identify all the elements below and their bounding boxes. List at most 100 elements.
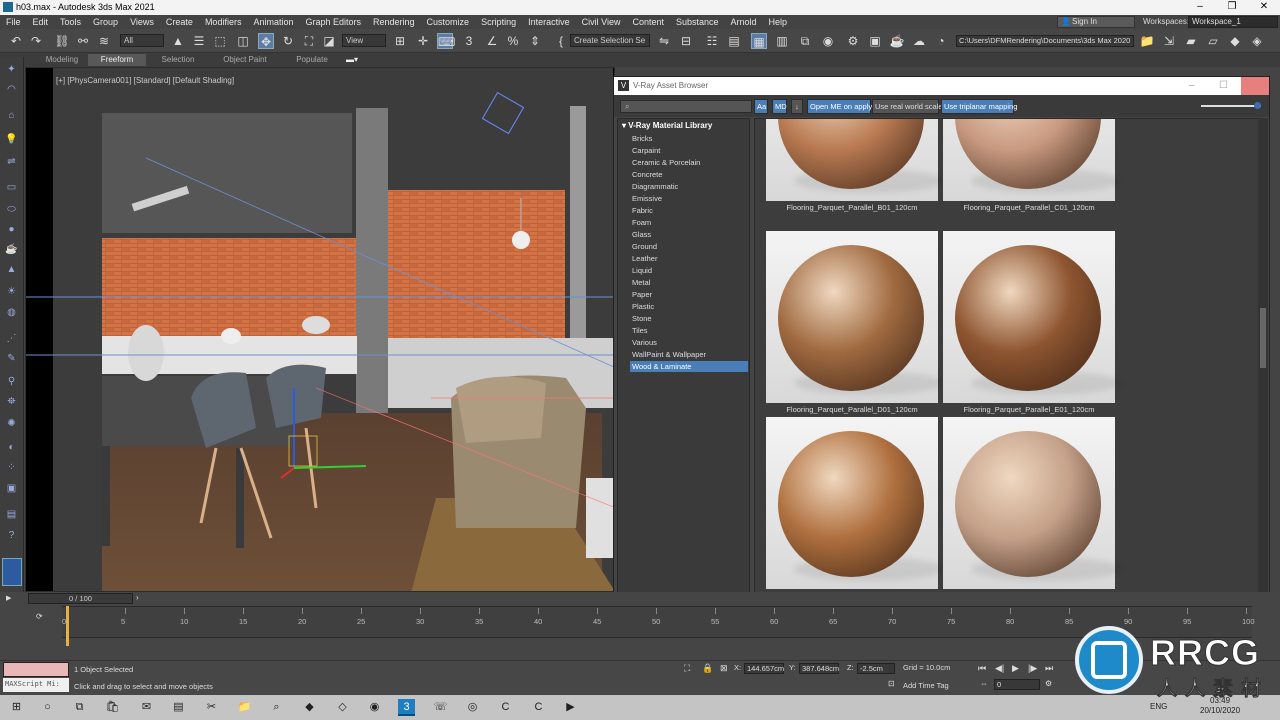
current-frame-field[interactable]: 0 (994, 679, 1040, 690)
sun-icon[interactable]: ☀ (4, 285, 19, 298)
viewport-layout-icon[interactable]: ▣ (4, 482, 19, 495)
link-icon[interactable]: ⛓ (54, 33, 70, 49)
render-setup-icon[interactable]: ⚙ (845, 33, 861, 49)
menu-views[interactable]: Views (124, 17, 160, 27)
time-tag-icon[interactable]: ⊡ (888, 679, 895, 688)
category-item[interactable]: Foam (632, 217, 750, 228)
angle-snap-icon[interactable]: ∠ (484, 33, 500, 49)
3dsmax-taskbar-icon[interactable]: 3 (398, 699, 415, 716)
photos-icon[interactable]: ▤ (170, 699, 187, 716)
category-item[interactable]: Fabric (632, 205, 750, 216)
vray-icon-3[interactable]: ◆ (1227, 33, 1243, 49)
modify-panel-icon[interactable]: ◠ (4, 83, 19, 96)
menu-rendering[interactable]: Rendering (367, 17, 421, 27)
select-and-scale-icon[interactable]: ⛶ (301, 33, 317, 49)
mirror-icon[interactable]: ⇋ (656, 33, 672, 49)
hierarchy-panel-icon[interactable]: ⌂ (4, 109, 19, 122)
open-me-on-apply-toggle[interactable]: Open ME on apply (807, 99, 872, 114)
snaps-toggle-icon[interactable]: 3 (461, 33, 477, 49)
curve-editor-icon[interactable]: ▥ (774, 33, 790, 49)
absolute-transform-icon[interactable]: ⊠ (720, 663, 728, 674)
viewport-layout-thumbnail[interactable] (2, 558, 22, 586)
category-item[interactable]: Stone (632, 313, 750, 324)
mail-icon[interactable]: ✉ (138, 699, 155, 716)
colors-icon[interactable]: ⁘ (4, 461, 19, 474)
category-item[interactable]: Bricks (632, 133, 750, 144)
selection-filter-select[interactable]: All (120, 34, 164, 47)
maxscript-mini-listener[interactable]: MAXScript Mi: (3, 678, 69, 692)
menu-substance[interactable]: Substance (670, 17, 725, 27)
app-icon-1[interactable]: ◆ (301, 699, 318, 716)
ribbon-toggle-icon[interactable]: ▦ (751, 33, 767, 49)
search-app-icon[interactable]: ⌕ (268, 699, 285, 716)
menu-scripting[interactable]: Scripting (475, 17, 522, 27)
category-item[interactable]: Ground (632, 241, 750, 252)
timeline-expand-icon[interactable]: ▶ (6, 594, 11, 602)
helpers-icon[interactable]: ⇌ (4, 155, 19, 168)
minimize-button[interactable]: – (1184, 0, 1216, 15)
chrome-icon[interactable]: ◎ (464, 699, 481, 716)
viewport-label[interactable]: [+] [PhysCamera001] [Standard] [Default … (56, 76, 234, 85)
place-icon[interactable]: ◪ (321, 33, 337, 49)
start-icon[interactable]: ⊞ (8, 699, 25, 716)
a360-gallery-icon[interactable]: ◔ (933, 33, 949, 49)
category-item[interactable]: Ceramic & Porcelain (632, 157, 750, 168)
material-thumbnail[interactable] (766, 231, 944, 403)
go-to-end-icon[interactable]: ⏭ (1045, 663, 1053, 674)
category-item[interactable]: Various (632, 337, 750, 348)
category-item[interactable]: Emissive (632, 193, 750, 204)
store-icon[interactable]: 🛍 (104, 699, 121, 716)
whatsapp-icon[interactable]: ☏ (432, 699, 449, 716)
spinner-snap-icon[interactable]: ⇕ (527, 33, 543, 49)
named-selection-select[interactable]: Create Selection Se (570, 34, 650, 47)
use-real-world-scale-toggle[interactable]: Use real world scale (872, 99, 943, 114)
category-item[interactable]: Metal (632, 277, 750, 288)
z-coordinate-field[interactable]: -2.5cm (857, 663, 895, 674)
clock-date[interactable]: 20/10/2020 (1200, 706, 1240, 715)
render-in-cloud-icon[interactable]: ☁ (911, 33, 927, 49)
menu-help[interactable]: Help (763, 17, 794, 27)
menu-edit[interactable]: Edit (27, 17, 55, 27)
menu-tools[interactable]: Tools (54, 17, 87, 27)
menu-arnold[interactable]: Arnold (725, 17, 763, 27)
dropper-icon[interactable]: ✎ (4, 352, 19, 365)
rendered-frame-window-icon[interactable]: ▣ (867, 33, 883, 49)
vray-icon-1[interactable]: ▰ (1183, 33, 1199, 49)
tab-modeling[interactable]: Modeling (36, 54, 88, 66)
dome-icon[interactable]: ◍ (4, 306, 19, 319)
plane-icon[interactable]: ⬭ (4, 203, 19, 216)
render-production-icon[interactable]: ☕ (889, 33, 905, 49)
key-filter-icon[interactable]: ⟳ (36, 612, 43, 621)
ribbon-options-icon[interactable]: ▬▾ (344, 54, 360, 66)
tab-object-paint[interactable]: Object Paint (214, 54, 276, 66)
sign-in-dropdown[interactable]: 👤 Sign In (1057, 16, 1135, 28)
rectangular-selection-icon[interactable]: ⬚ (212, 33, 228, 49)
redo-icon[interactable]: ↷ (28, 33, 44, 49)
add-time-tag[interactable]: Add Time Tag (903, 681, 949, 690)
create-panel-icon[interactable]: ✦ (4, 63, 19, 76)
material-thumbnail[interactable] (943, 231, 1121, 403)
percent-snap-icon[interactable]: % (505, 33, 521, 49)
vray-maximize-icon[interactable]: ☐ (1219, 77, 1231, 95)
x-coordinate-field[interactable]: 144.657cm (744, 663, 784, 674)
vray-minimize-icon[interactable]: – (1189, 77, 1201, 95)
time-configuration-icon[interactable]: ⚙ (1045, 679, 1052, 688)
grid-icon[interactable]: ⋰ (4, 332, 19, 345)
go-to-start-icon[interactable]: ⏮ (978, 663, 986, 674)
vray-icon-2[interactable]: ▱ (1205, 33, 1221, 49)
menu-customize[interactable]: Customize (421, 17, 476, 27)
project-path-field[interactable]: C:\Users\DFMRendering\Documents\3ds Max … (956, 35, 1134, 47)
material-editor-icon[interactable]: ◉ (820, 33, 836, 49)
previous-frame-icon[interactable]: ◀| (995, 663, 1004, 674)
select-and-move-icon[interactable]: ✥ (258, 33, 274, 49)
vray-close-button[interactable] (1241, 77, 1269, 95)
select-by-name-icon[interactable]: ☰ (191, 33, 207, 49)
maximize-button[interactable]: ❐ (1216, 0, 1248, 15)
category-item[interactable]: Leather (632, 253, 750, 264)
material-grid-scrollbar[interactable] (1258, 118, 1268, 599)
tab-freeform[interactable]: Freeform (88, 54, 146, 66)
align-icon[interactable]: ⊟ (678, 33, 694, 49)
reference-coordinate-select[interactable]: View (342, 34, 386, 47)
set-project-icon[interactable]: ⇲ (1161, 33, 1177, 49)
time-cursor[interactable] (66, 606, 69, 646)
